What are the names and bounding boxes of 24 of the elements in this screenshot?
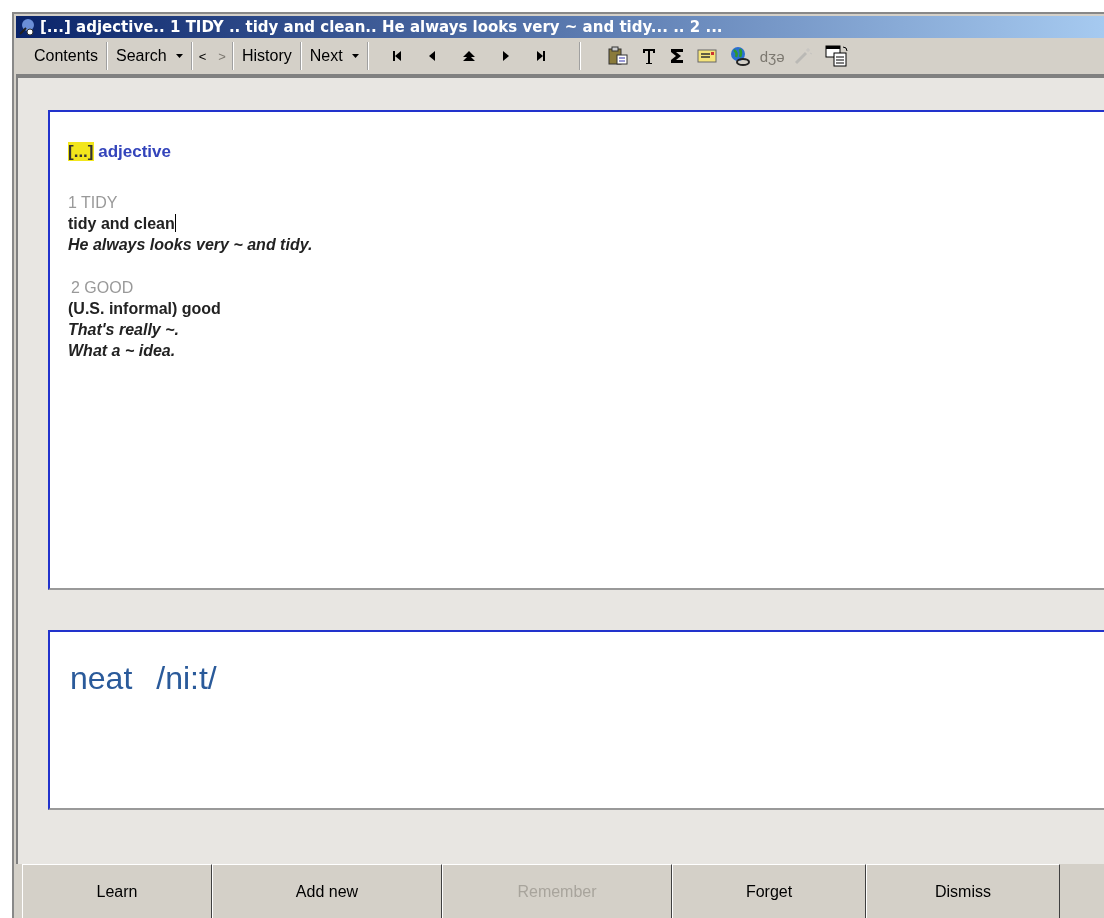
action-button[interactable]: Learn <box>22 864 212 918</box>
part-of-speech: adjective <box>98 142 171 161</box>
window-title: [...] adjective.. 1 TIDY .. tidy and clean.. He always looks very ~ and tidy... .. 2 ... <box>40 18 723 36</box>
sense-heading: 1 TIDY <box>68 193 119 213</box>
caret-icon <box>351 54 359 58</box>
caret-icon <box>175 54 183 58</box>
dropdown-button[interactable]: Search <box>108 41 191 71</box>
toolbar-button[interactable]: History <box>233 41 300 71</box>
back-button[interactable]: < <box>192 41 213 71</box>
blank-field: [...] <box>68 142 94 161</box>
app-icon <box>18 18 36 36</box>
example-sentence: That's really ~. <box>68 320 180 340</box>
action-button[interactable]: Forget <box>672 864 866 918</box>
toolbar-button[interactable]: Contents <box>26 41 107 71</box>
example-sentence: What a ~ idea. <box>68 341 177 361</box>
answer-word: neat <box>70 660 133 696</box>
example-sentence: He always looks very ~ and tidy. <box>68 235 314 255</box>
definition: (U.S. informal) good <box>68 300 221 317</box>
sense-heading: 2 GOOD <box>70 278 135 298</box>
action-button[interactable]: Add new <box>212 864 442 918</box>
dropdown-button[interactable]: Next <box>301 41 367 71</box>
definition: tidy and clean <box>68 215 175 232</box>
action-button[interactable]: Dismiss <box>866 864 1060 918</box>
pronunciation: /ni:t/ <box>156 660 217 696</box>
